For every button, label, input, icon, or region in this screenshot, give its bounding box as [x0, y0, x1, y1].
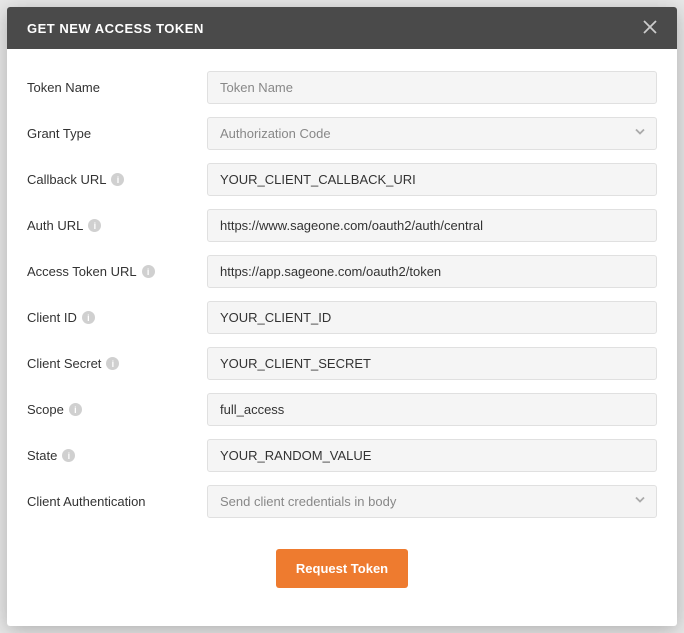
token-name-input[interactable]: [207, 71, 657, 104]
label-text: Token Name: [27, 80, 100, 95]
client-secret-input[interactable]: [207, 347, 657, 380]
row-access-token-url: Access Token URL i: [27, 255, 657, 288]
label-text: Grant Type: [27, 126, 91, 141]
select-value: Authorization Code: [220, 126, 331, 141]
client-auth-selected: Send client credentials in body: [207, 485, 657, 518]
label-client-id: Client ID i: [27, 310, 207, 325]
access-token-url-input[interactable]: [207, 255, 657, 288]
modal-footer: Request Token: [27, 531, 657, 588]
row-state: State i: [27, 439, 657, 472]
get-access-token-modal: GET NEW ACCESS TOKEN Token Name Grant Ty…: [7, 7, 677, 626]
info-icon[interactable]: i: [82, 311, 95, 324]
info-icon[interactable]: i: [142, 265, 155, 278]
modal-body: Token Name Grant Type Authorization Code: [7, 49, 677, 626]
label-text: Client Secret: [27, 356, 101, 371]
client-auth-select[interactable]: Send client credentials in body: [207, 485, 657, 518]
label-state: State i: [27, 448, 207, 463]
request-token-button[interactable]: Request Token: [276, 549, 408, 588]
label-auth-url: Auth URL i: [27, 218, 207, 233]
scope-input[interactable]: [207, 393, 657, 426]
label-text: Callback URL: [27, 172, 106, 187]
callback-url-input[interactable]: [207, 163, 657, 196]
info-icon[interactable]: i: [106, 357, 119, 370]
state-input[interactable]: [207, 439, 657, 472]
row-scope: Scope i: [27, 393, 657, 426]
close-icon: [643, 20, 657, 34]
grant-type-select[interactable]: Authorization Code: [207, 117, 657, 150]
info-icon[interactable]: i: [88, 219, 101, 232]
label-text: Client ID: [27, 310, 77, 325]
select-value: Send client credentials in body: [220, 494, 396, 509]
client-id-input[interactable]: [207, 301, 657, 334]
row-token-name: Token Name: [27, 71, 657, 104]
row-client-auth: Client Authentication Send client creden…: [27, 485, 657, 518]
label-text: Client Authentication: [27, 494, 146, 509]
label-access-token-url: Access Token URL i: [27, 264, 207, 279]
modal-title: GET NEW ACCESS TOKEN: [27, 21, 204, 36]
row-client-secret: Client Secret i: [27, 347, 657, 380]
label-token-name: Token Name: [27, 80, 207, 95]
grant-type-selected: Authorization Code: [207, 117, 657, 150]
row-auth-url: Auth URL i: [27, 209, 657, 242]
label-text: Access Token URL: [27, 264, 137, 279]
close-button[interactable]: [643, 19, 657, 37]
modal-header: GET NEW ACCESS TOKEN: [7, 7, 677, 49]
label-client-auth: Client Authentication: [27, 494, 207, 509]
row-callback-url: Callback URL i: [27, 163, 657, 196]
auth-url-input[interactable]: [207, 209, 657, 242]
info-icon[interactable]: i: [111, 173, 124, 186]
label-text: State: [27, 448, 57, 463]
row-grant-type: Grant Type Authorization Code: [27, 117, 657, 150]
info-icon[interactable]: i: [62, 449, 75, 462]
label-text: Scope: [27, 402, 64, 417]
row-client-id: Client ID i: [27, 301, 657, 334]
label-grant-type: Grant Type: [27, 126, 207, 141]
label-scope: Scope i: [27, 402, 207, 417]
label-text: Auth URL: [27, 218, 83, 233]
label-callback-url: Callback URL i: [27, 172, 207, 187]
info-icon[interactable]: i: [69, 403, 82, 416]
label-client-secret: Client Secret i: [27, 356, 207, 371]
